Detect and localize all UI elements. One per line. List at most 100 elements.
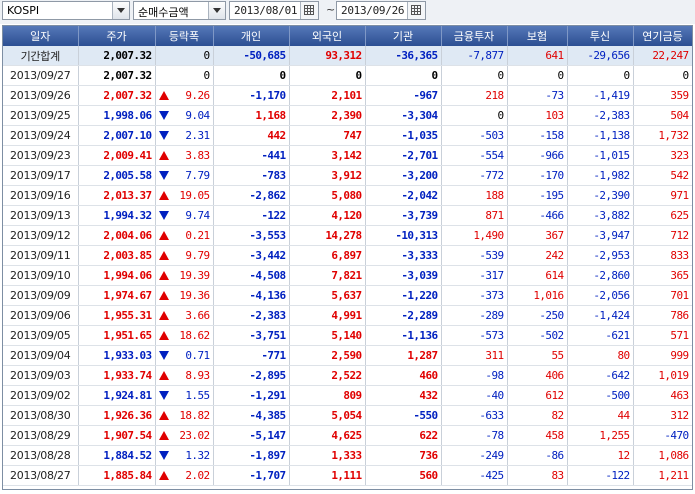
table-row[interactable]: 2013/08/27 1,885.84 2.02 -1,707 1,111 560 -425… xyxy=(3,465,692,486)
cell-price: 1,884.52 xyxy=(78,445,156,466)
cell-insurance: 55 xyxy=(507,345,568,366)
start-date-field[interactable]: 2013/08/01 xyxy=(229,1,319,20)
cell-pension: 1,732 xyxy=(633,125,692,146)
cell-pension: 712 xyxy=(633,225,692,246)
cell-insurance: 614 xyxy=(507,265,568,286)
cell-price: 1,933.03 xyxy=(78,345,156,366)
change-value: 23.02 xyxy=(179,429,210,442)
cell-trust: -500 xyxy=(567,385,634,406)
table-row[interactable]: 2013/09/26 2,007.32 9.26 -1,170 2,101 -967 218… xyxy=(3,85,692,106)
cell-trust: 12 xyxy=(567,445,634,466)
cell-institution: -2,289 xyxy=(365,305,442,326)
table-row[interactable]: 2013/09/17 2,005.58 7.79 -783 3,912 -3,200 -77… xyxy=(3,165,692,186)
header-col-trust[interactable]: 투신 xyxy=(567,26,634,46)
table-row[interactable]: 2013/08/29 1,907.54 23.02 -5,147 4,625 622 -78… xyxy=(3,425,692,446)
cell-date: 2013/09/10 xyxy=(3,265,79,286)
chevron-down-icon[interactable] xyxy=(208,2,225,19)
end-date-field[interactable]: 2013/09/26 xyxy=(336,1,426,20)
cell-individual: -3,751 xyxy=(213,325,290,346)
change-value: 9.26 xyxy=(185,89,210,102)
up-arrow-icon xyxy=(158,191,169,200)
table-row[interactable]: 기간합계 2,007.32 0 -50,685 93,312 -36,365 -7,877 6… xyxy=(3,46,692,66)
cell-financial: 871 xyxy=(441,205,508,226)
cell-price: 2,003.85 xyxy=(78,245,156,266)
header-col-foreign[interactable]: 외국인 xyxy=(289,26,366,46)
cell-trust: -3,947 xyxy=(567,225,634,246)
cell-insurance: 367 xyxy=(507,225,568,246)
header-col-financial[interactable]: 금융투자 xyxy=(441,26,508,46)
table-row[interactable]: 2013/09/13 1,994.32 9.74 -122 4,120 -3,739 871… xyxy=(3,205,692,226)
header-col-individual[interactable]: 개인 xyxy=(213,26,290,46)
table-body: 기간합계 2,007.32 0 -50,685 93,312 -36,365 -7,877 6… xyxy=(3,46,692,486)
header-col-insurance[interactable]: 보험 xyxy=(507,26,568,46)
cell-financial: 0 xyxy=(441,105,508,126)
cell-date: 2013/09/09 xyxy=(3,285,79,306)
market-select[interactable]: KOSPI xyxy=(2,1,130,20)
table-row[interactable]: 2013/09/16 2,013.37 19.05 -2,862 5,080 -2,042… xyxy=(3,185,692,206)
cell-price: 1,998.06 xyxy=(78,105,156,126)
cell-pension: 365 xyxy=(633,265,692,286)
cell-trust: -621 xyxy=(567,325,634,346)
cell-pension: 999 xyxy=(633,345,692,366)
change-value: 19.36 xyxy=(179,289,210,302)
toolbar: KOSPI 순매수금액 2013/08/01 ~ 2013/09/26 xyxy=(0,0,695,24)
cell-trust: -1,424 xyxy=(567,305,634,326)
header-col-institution[interactable]: 기관 xyxy=(365,26,442,46)
change-value: 0 xyxy=(203,69,210,82)
header-col-change[interactable]: 등락폭 xyxy=(155,26,214,46)
cell-institution: 622 xyxy=(365,425,442,446)
cell-pension: 786 xyxy=(633,305,692,326)
header-col-pension[interactable]: 연기금등 xyxy=(633,26,692,46)
cell-institution: -10,313 xyxy=(365,225,442,246)
cell-foreign: 4,991 xyxy=(289,305,366,326)
table-row[interactable]: 2013/09/27 2,007.32 0 0 0 0 0 0 0 0 xyxy=(3,65,692,86)
value-type-select[interactable]: 순매수금액 xyxy=(133,1,226,20)
cell-change: 18.62 xyxy=(155,325,214,346)
cell-pension: 323 xyxy=(633,145,692,166)
cell-foreign: 4,120 xyxy=(289,205,366,226)
table-row[interactable]: 2013/09/05 1,951.65 18.62 -3,751 5,140 -1,136… xyxy=(3,325,692,346)
table-row[interactable]: 2013/08/28 1,884.52 1.32 -1,897 1,333 736 -249… xyxy=(3,445,692,466)
cell-date: 기간합계 xyxy=(3,46,79,66)
cell-insurance: 1,016 xyxy=(507,285,568,306)
cell-financial: -539 xyxy=(441,245,508,266)
investor-trading-window: KOSPI 순매수금액 2013/08/01 ~ 2013/09/26 일자 주가… xyxy=(0,0,695,494)
cell-date: 2013/09/11 xyxy=(3,245,79,266)
date-range-separator: ~ xyxy=(326,3,336,16)
header-col-date[interactable]: 일자 xyxy=(3,26,79,46)
table-row[interactable]: 2013/09/04 1,933.03 0.71 -771 2,590 1,287 311 5… xyxy=(3,345,692,366)
cell-price: 1,994.06 xyxy=(78,265,156,286)
cell-price: 2,005.58 xyxy=(78,165,156,186)
table-row[interactable]: 2013/09/12 2,004.06 0.21 -3,553 14,278 -10,31… xyxy=(3,225,692,246)
table-row[interactable]: 2013/09/06 1,955.31 3.66 -2,383 4,991 -2,289-… xyxy=(3,305,692,326)
cell-financial: -554 xyxy=(441,145,508,166)
up-arrow-icon xyxy=(158,91,169,100)
calendar-icon[interactable] xyxy=(300,2,318,19)
cell-change: 1.55 xyxy=(155,385,214,406)
cell-price: 1,994.32 xyxy=(78,205,156,226)
table-row[interactable]: 2013/08/30 1,926.36 18.82 -4,385 5,054 -550 -6… xyxy=(3,405,692,426)
header-col-price[interactable]: 주가 xyxy=(78,26,156,46)
cell-price: 2,009.41 xyxy=(78,145,156,166)
chevron-down-icon[interactable] xyxy=(112,2,129,19)
table-row[interactable]: 2013/09/24 2,007.10 2.31 442 747 -1,035 -503 -1… xyxy=(3,125,692,146)
table-row[interactable]: 2013/09/11 2,003.85 9.79 -3,442 6,897 -3,333-… xyxy=(3,245,692,266)
cell-institution: -3,200 xyxy=(365,165,442,186)
cell-trust: -2,056 xyxy=(567,285,634,306)
cell-institution: -2,701 xyxy=(365,145,442,166)
cell-date: 2013/08/27 xyxy=(3,465,79,486)
cell-institution: -3,304 xyxy=(365,105,442,126)
calendar-icon[interactable] xyxy=(407,2,425,19)
table-row[interactable]: 2013/09/23 2,009.41 3.83 -441 3,142 -2,701 -55… xyxy=(3,145,692,166)
cell-insurance: 406 xyxy=(507,365,568,386)
cell-financial: -7,877 xyxy=(441,46,508,66)
table-row[interactable]: 2013/09/03 1,933.74 8.93 -2,895 2,522 460 -98 4… xyxy=(3,365,692,386)
cell-pension: 22,247 xyxy=(633,46,692,66)
table-row[interactable]: 2013/09/25 1,998.06 9.04 1,168 2,390 -3,304 0 1… xyxy=(3,105,692,126)
cell-trust: -1,015 xyxy=(567,145,634,166)
table-row[interactable]: 2013/09/02 1,924.81 1.55 -1,291 809 432 -40 612… xyxy=(3,385,692,406)
table-row[interactable]: 2013/09/10 1,994.06 19.39 -4,508 7,821 -3,039… xyxy=(3,265,692,286)
cell-date: 2013/09/23 xyxy=(3,145,79,166)
table-row[interactable]: 2013/09/09 1,974.67 19.36 -4,136 5,637 -1,220… xyxy=(3,285,692,306)
cell-date: 2013/09/04 xyxy=(3,345,79,366)
